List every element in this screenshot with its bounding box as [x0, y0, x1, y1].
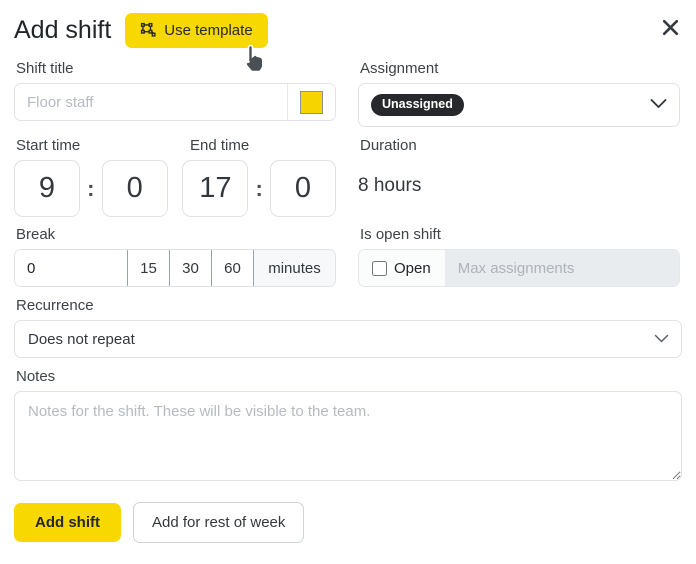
open-shift-checkbox[interactable]: [372, 260, 387, 276]
row-break-open: Break 15 30 60 minutes Is open shift Ope…: [14, 217, 682, 287]
shift-title-label: Shift title: [16, 60, 74, 77]
recurrence-section: Recurrence Does not repeat: [14, 297, 682, 358]
shift-title-group: [14, 83, 336, 121]
open-shift-label: Is open shift: [360, 226, 441, 243]
notes-section: Notes: [14, 368, 682, 481]
end-time-label: End time: [190, 137, 250, 154]
break-quick-60[interactable]: 60: [211, 250, 254, 286]
break-group: 15 30 60 minutes: [14, 249, 336, 287]
assignment-column: Assignment Unassigned: [358, 50, 680, 127]
shift-title-input[interactable]: [15, 84, 287, 120]
break-column: Break 15 30 60 minutes: [14, 217, 336, 287]
shift-title-column: Shift title: [14, 50, 336, 127]
notes-textarea[interactable]: [14, 391, 682, 481]
break-unit-label: minutes: [254, 250, 335, 286]
open-shift-checkbox-label: Open: [394, 259, 431, 277]
break-label: Break: [16, 226, 56, 243]
add-shift-dialog: Add shift Use template Shift title Floor…: [0, 0, 696, 564]
use-template-label: Use template: [164, 21, 253, 39]
open-shift-column: Is open shift Open: [358, 217, 680, 287]
add-shift-button[interactable]: Add shift: [14, 503, 121, 542]
break-minutes-input[interactable]: [15, 250, 128, 286]
start-time-label: Start time: [16, 137, 81, 154]
page-title: Add shift: [14, 15, 112, 44]
start-time-separator: :: [87, 175, 95, 201]
break-quick-30[interactable]: 30: [169, 250, 212, 286]
duration-label: Duration: [360, 137, 417, 154]
status-badge: Unassigned: [371, 94, 464, 116]
times-column: Start time End time : :: [14, 127, 336, 217]
end-minute-input[interactable]: [270, 160, 336, 217]
recurrence-select[interactable]: Does not repeat: [14, 320, 682, 358]
row-title-assignment: Shift title Assignment Unassigned: [14, 50, 682, 127]
row-times-duration: Start time End time : : Duration 8 hours: [14, 127, 682, 217]
max-assignments-input[interactable]: [444, 250, 679, 286]
start-minute-input[interactable]: [101, 160, 168, 217]
recurrence-label: Recurrence: [16, 297, 94, 314]
use-template-button[interactable]: Use template: [125, 12, 268, 48]
close-button[interactable]: [657, 14, 683, 40]
open-shift-group: Open: [358, 249, 680, 287]
dialog-footer: Add shift Add for rest of week: [14, 502, 682, 543]
end-time-separator: :: [255, 175, 263, 201]
dialog-header: Add shift Use template: [14, 10, 682, 50]
assignment-select[interactable]: Unassigned: [358, 83, 680, 127]
notes-label: Notes: [16, 368, 56, 385]
chevron-down-icon: [650, 96, 667, 114]
end-hour-input[interactable]: [182, 160, 249, 217]
open-shift-checkbox-cell[interactable]: Open: [359, 250, 445, 286]
chevron-down-icon: [654, 331, 669, 348]
shift-color-picker[interactable]: [287, 84, 335, 120]
color-swatch-icon: [300, 90, 323, 114]
duration-column: Duration 8 hours: [358, 127, 680, 217]
break-quick-15[interactable]: 15: [127, 250, 170, 286]
recurrence-value: Does not repeat: [28, 330, 135, 348]
start-hour-input[interactable]: [14, 160, 80, 217]
time-inputs: : :: [14, 160, 336, 217]
template-frame-icon: [140, 22, 157, 39]
close-icon: [661, 18, 680, 37]
duration-value: 8 hours: [358, 175, 422, 196]
assignment-label: Assignment: [360, 60, 439, 77]
add-for-rest-of-week-button[interactable]: Add for rest of week: [133, 502, 305, 543]
